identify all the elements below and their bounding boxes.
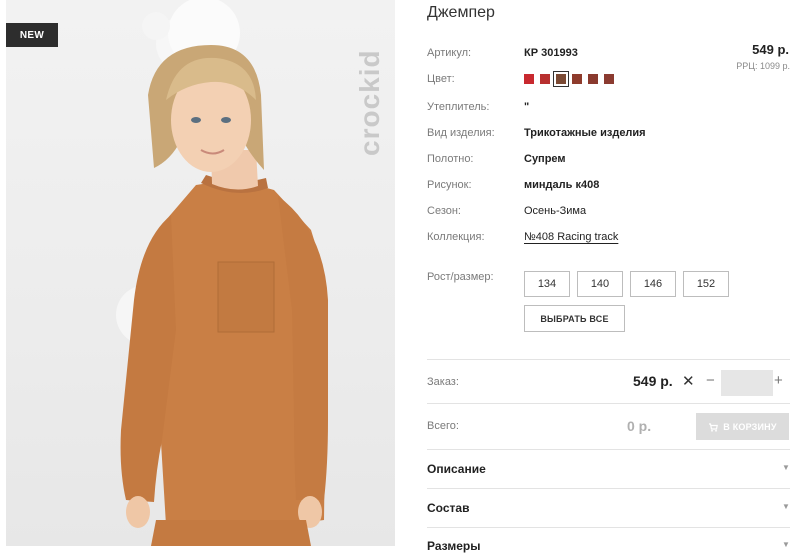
size-label: Рост/размер: <box>427 271 494 283</box>
insulation-value: " <box>524 101 530 113</box>
collection-label: Коллекция: <box>427 231 485 243</box>
size-button-152[interactable]: 152 <box>683 271 729 297</box>
divider <box>427 449 790 450</box>
total-label: Всего: <box>427 420 459 432</box>
accordion-description[interactable]: Описание <box>427 462 486 476</box>
rrp-price: РРЦ: 1099 р. <box>736 61 790 71</box>
add-to-cart-button[interactable]: В КОРЗИНУ <box>696 413 789 440</box>
color-swatch[interactable] <box>524 74 534 84</box>
color-swatches <box>524 71 614 87</box>
chevron-down-icon[interactable]: ▼ <box>782 463 790 472</box>
product-photo[interactable]: NEW crockid <box>6 0 395 546</box>
color-label: Цвет: <box>427 73 455 85</box>
accordion-sizes[interactable]: Размеры <box>427 539 480 553</box>
order-label: Заказ: <box>427 376 459 388</box>
select-all-button[interactable]: ВЫБРАТЬ ВСЕ <box>524 305 625 332</box>
article-label: Артикул: <box>427 47 472 59</box>
color-swatch[interactable] <box>604 74 614 84</box>
order-price: 549 р. <box>633 373 673 389</box>
size-button-134[interactable]: 134 <box>524 271 570 297</box>
color-swatch[interactable] <box>572 74 582 84</box>
new-badge: NEW <box>6 23 58 47</box>
divider <box>427 488 790 489</box>
fabric-label: Полотно: <box>427 153 474 165</box>
size-button-146[interactable]: 146 <box>630 271 676 297</box>
product-price: 549 р. <box>752 42 789 57</box>
pattern-value: миндаль к408 <box>524 179 600 191</box>
size-options: 134 140 146 152 <box>524 271 729 297</box>
product-image <box>116 0 328 546</box>
product-title: Джемпер <box>427 4 495 21</box>
divider <box>427 359 790 360</box>
cart-icon <box>709 422 719 432</box>
size-button-140[interactable]: 140 <box>577 271 623 297</box>
divider <box>427 403 790 404</box>
add-to-cart-label: В КОРЗИНУ <box>723 421 777 432</box>
remove-icon[interactable]: ✕ <box>682 372 695 390</box>
article-value: КР 301993 <box>524 47 578 59</box>
brand-watermark: crockid <box>354 49 385 156</box>
type-value: Трикотажные изделия <box>524 127 646 139</box>
increase-quantity-button[interactable]: + <box>774 372 783 389</box>
chevron-down-icon[interactable]: ▼ <box>782 540 790 549</box>
fabric-value: Супрем <box>524 153 566 165</box>
total-value: 0 р. <box>627 418 652 434</box>
quantity-input[interactable] <box>721 370 773 396</box>
decrease-quantity-button[interactable]: − <box>706 372 715 389</box>
color-swatch[interactable] <box>588 74 598 84</box>
color-swatch[interactable] <box>540 74 550 84</box>
chevron-down-icon[interactable]: ▼ <box>782 502 790 511</box>
collection-link[interactable]: №408 Racing track <box>524 231 618 243</box>
pattern-label: Рисунок: <box>427 179 472 191</box>
insulation-label: Утеплитель: <box>427 101 490 113</box>
season-label: Сезон: <box>427 205 461 217</box>
accordion-composition[interactable]: Состав <box>427 501 469 515</box>
type-label: Вид изделия: <box>427 127 495 139</box>
season-value: Осень-Зима <box>524 205 587 217</box>
color-swatch[interactable] <box>553 71 569 87</box>
divider <box>427 527 790 528</box>
